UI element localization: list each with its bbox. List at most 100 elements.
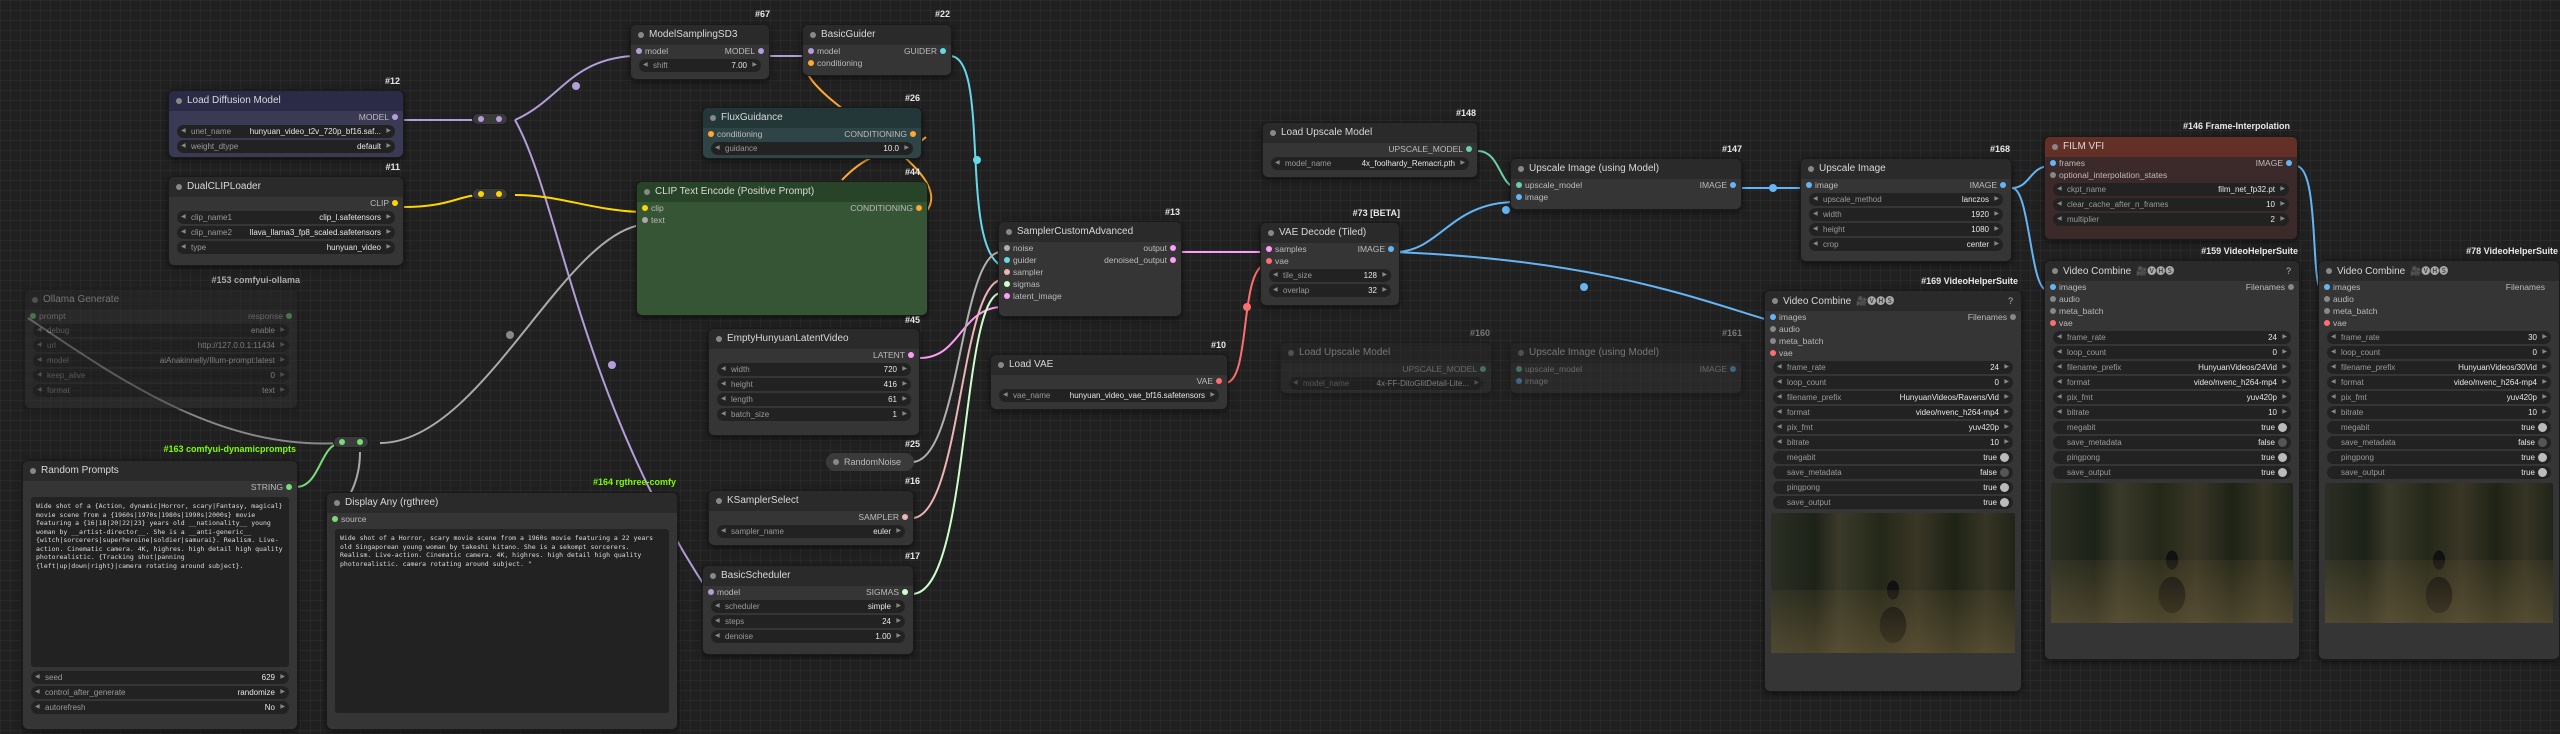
denoise-widget[interactable]: denoise1.00	[711, 630, 905, 643]
output-conditioning[interactable]: CONDITIONING	[850, 202, 913, 214]
display-any-node[interactable]: Display Any (rgthree) source Wide shot o…	[326, 492, 678, 730]
output-upscale-model[interactable]: UPSCALE_MODEL	[1402, 363, 1477, 375]
ollama-generate-node[interactable]: Ollama Generate prompt response debugenab…	[24, 289, 298, 409]
autorefresh-widget[interactable]: autorefreshNo	[31, 701, 289, 714]
upscale-image-using-model-node[interactable]: Upscale Image (using Model) upscale_mode…	[1510, 158, 1742, 210]
output-sampler[interactable]: SAMPLER	[858, 511, 899, 523]
output-output[interactable]: output	[1143, 242, 1167, 254]
upscale-image-node[interactable]: Upscale Image image IMAGE upscale_methodl…	[1800, 158, 2012, 262]
loop-count-widget[interactable]: loop_count0	[2053, 346, 2291, 359]
multiplier-widget[interactable]: multiplier2	[2053, 213, 2289, 226]
reroute-model[interactable]	[472, 113, 508, 125]
input-vae[interactable]: vae	[2333, 317, 2347, 329]
input-latent-image[interactable]: latent_image	[1013, 290, 1062, 302]
pix-fmt-widget[interactable]: pix_fmtyuv420p	[2053, 391, 2291, 404]
model-sampling-node[interactable]: ModelSamplingSD3 model MODEL shift7.00	[630, 24, 770, 80]
megabit-toggle[interactable]: megabit true	[2327, 421, 2551, 434]
tile-size-widget[interactable]: tile_size128	[1269, 269, 1391, 282]
length-widget[interactable]: length61	[717, 393, 911, 406]
loop-count-widget[interactable]: loop_count0	[2327, 346, 2551, 359]
input-meta-batch[interactable]: meta_batch	[2059, 305, 2103, 317]
upscale-image-bypassed-node[interactable]: Upscale Image (using Model) upscale_mode…	[1510, 342, 1742, 394]
frame-rate-widget[interactable]: frame_rate24	[1773, 361, 2013, 374]
input-text[interactable]: text	[651, 214, 665, 226]
video-preview[interactable]	[1771, 513, 2015, 653]
shift-widget[interactable]: shift7.00	[639, 59, 761, 72]
video-combine-node-2[interactable]: Video Combine 🎥🅥🅗🅢? images Filenames audi…	[2044, 260, 2300, 660]
input-samples[interactable]: samples	[1275, 243, 1307, 255]
model-name-widget[interactable]: model_name4x_foolhardy_Remacri.pth	[1271, 157, 1469, 170]
width-widget[interactable]: width1920	[1809, 208, 2003, 221]
input-image[interactable]: image	[1815, 179, 1838, 191]
keep-alive-widget[interactable]: keep_alive0	[33, 369, 289, 382]
control-after-generate-widget[interactable]: control_after_generaterandomize	[31, 686, 289, 699]
input-model[interactable]: model	[717, 586, 740, 598]
video-combine-node-3[interactable]: Video Combine 🎥🅥🅗🅢 images Filenames audio…	[2318, 260, 2560, 660]
input-audio[interactable]: audio	[2333, 293, 2354, 305]
reroute-clip[interactable]	[472, 188, 508, 200]
input-noise[interactable]: noise	[1013, 242, 1033, 254]
input-meta-batch[interactable]: meta_batch	[1779, 335, 1823, 347]
reroute-string[interactable]	[333, 436, 369, 448]
ksampler-select-node[interactable]: KSamplerSelect SAMPLER sampler_nameeuler	[708, 490, 914, 546]
input-images[interactable]: images	[1779, 311, 1806, 323]
output-image[interactable]: IMAGE	[1700, 363, 1727, 375]
input-sampler[interactable]: sampler	[1013, 266, 1043, 278]
guidance-widget[interactable]: guidance10.0	[711, 142, 913, 155]
upscale-method-widget[interactable]: upscale_methodlanczos	[1809, 193, 2003, 206]
input-meta-batch[interactable]: meta_batch	[2333, 305, 2377, 317]
output-filenames[interactable]: Filenames	[2246, 281, 2285, 293]
megabit-toggle[interactable]: megabit true	[1773, 451, 2013, 464]
frame-rate-widget[interactable]: frame_rate30	[2327, 331, 2551, 344]
height-widget[interactable]: height416	[717, 378, 911, 391]
output-conditioning[interactable]: CONDITIONING	[844, 128, 907, 140]
width-widget[interactable]: width720	[717, 363, 911, 376]
output-vae[interactable]: VAE	[1197, 375, 1213, 387]
ckpt-name-widget[interactable]: ckpt_namefilm_net_fp32.pt	[2053, 183, 2289, 196]
input-guider[interactable]: guider	[1013, 254, 1037, 266]
input-vae[interactable]: vae	[2059, 317, 2073, 329]
model-name-widget[interactable]: model_name4x-FF-DitoGlitDetail-Lite...	[1289, 377, 1483, 390]
vae-decode-tiled-node[interactable]: VAE Decode (Tiled) samples IMAGE vae tile…	[1260, 222, 1400, 306]
vae-name-widget[interactable]: vae_namehunyuan_video_vae_bf16.safetenso…	[999, 389, 1219, 402]
input-model[interactable]: model	[817, 45, 840, 57]
clip-name1-widget[interactable]: clip_name1clip_l.safetensors	[177, 211, 395, 224]
pix-fmt-widget[interactable]: pix_fmtyuv420p	[2327, 391, 2551, 404]
output-latent[interactable]: LATENT	[873, 349, 905, 361]
random-prompts-node[interactable]: Random Prompts STRING Wide shot of a {Ac…	[22, 460, 298, 730]
input-images[interactable]: images	[2333, 281, 2360, 293]
output-image[interactable]: IMAGE	[1700, 179, 1727, 191]
input-audio[interactable]: audio	[2059, 293, 2080, 305]
flux-guidance-node[interactable]: FluxGuidance conditioning CONDITIONING gu…	[702, 107, 922, 159]
input-vae[interactable]: vae	[1275, 255, 1289, 267]
load-upscale-model-node[interactable]: Load Upscale Model UPSCALE_MODEL model_n…	[1262, 122, 1478, 178]
input-conditioning[interactable]: conditioning	[717, 128, 762, 140]
format-widget[interactable]: formatvideo/nvenc_h264-mp4	[2327, 376, 2551, 389]
filename-prefix-widget[interactable]: filename_prefixHunyuanVideos/30Vid	[2327, 361, 2551, 374]
url-widget[interactable]: urlhttp://127.0.0.1:11434	[33, 339, 289, 352]
clip-text-encode-node[interactable]: CLIP Text Encode (Positive Prompt) clip C…	[636, 181, 928, 316]
output-response[interactable]: response	[248, 310, 283, 322]
input-vae[interactable]: vae	[1779, 347, 1793, 359]
format-widget[interactable]: formattext	[33, 384, 289, 397]
bitrate-widget[interactable]: bitrate10	[2327, 406, 2551, 419]
input-model[interactable]: model	[645, 45, 668, 57]
input-upscale-model[interactable]: upscale_model	[1525, 363, 1582, 375]
prompt-textarea[interactable]: Wide shot of a {Action, dynamic|Horror, …	[31, 497, 289, 667]
format-widget[interactable]: formatvideo/nvenc_h264-mp4	[2053, 376, 2291, 389]
input-frames[interactable]: frames	[2059, 157, 2085, 169]
weight-dtype-widget[interactable]: weight_dtypedefault	[177, 140, 395, 153]
input-conditioning[interactable]: conditioning	[817, 57, 862, 69]
format-widget[interactable]: formatvideo/nvenc_h264-mp4	[1773, 406, 2013, 419]
empty-latent-video-node[interactable]: EmptyHunyuanLatentVideo LATENT width720 …	[708, 328, 920, 436]
bitrate-widget[interactable]: bitrate10	[2053, 406, 2291, 419]
output-model[interactable]: MODEL	[359, 111, 389, 123]
seed-widget[interactable]: seed629	[31, 671, 289, 684]
output-sigmas[interactable]: SIGMAS	[866, 586, 899, 598]
clip-name2-widget[interactable]: clip_name2llava_llama3_fp8_scaled.safete…	[177, 226, 395, 239]
output-string[interactable]: STRING	[251, 481, 283, 493]
video-combine-node-1[interactable]: Video Combine 🎥🅥🅗🅢? images Filenames audi…	[1764, 290, 2022, 692]
crop-widget[interactable]: cropcenter	[1809, 238, 2003, 251]
save-output-toggle[interactable]: save_output true	[1773, 496, 2013, 509]
output-image[interactable]: IMAGE	[1358, 243, 1385, 255]
